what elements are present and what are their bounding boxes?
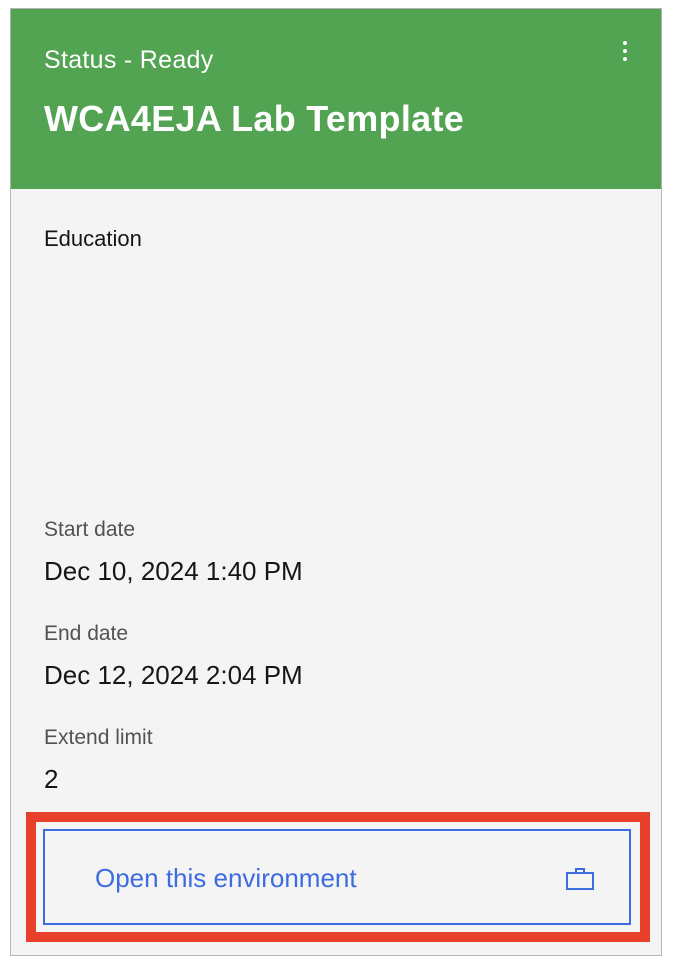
card-header: Status - Ready WCA4EJA Lab Template — [11, 9, 661, 189]
extend-limit-value: 2 — [44, 764, 59, 794]
open-environment-button[interactable]: Open this environment — [43, 829, 631, 925]
end-date-value: Dec 12, 2024 2:04 PM — [44, 660, 303, 690]
overflow-menu-button[interactable] — [611, 37, 639, 65]
status-label: Status - Ready — [44, 46, 214, 74]
open-environment-label: Open this environment — [95, 863, 357, 893]
overflow-menu-icon-dot — [623, 41, 627, 45]
start-date-label: Start date — [44, 518, 136, 541]
end-date-label: End date — [44, 622, 129, 645]
card-title: WCA4EJA Lab Template — [44, 98, 465, 139]
briefcase-icon — [566, 868, 594, 890]
category-label: Education — [44, 226, 142, 251]
extend-limit-label: Extend limit — [44, 726, 153, 749]
environment-card: Status - Ready WCA4EJA Lab Template Educ… — [10, 8, 662, 956]
overflow-menu-icon-dot — [623, 57, 627, 61]
start-date-value: Dec 10, 2024 1:40 PM — [44, 556, 303, 586]
overflow-menu-icon-dot — [623, 49, 627, 53]
